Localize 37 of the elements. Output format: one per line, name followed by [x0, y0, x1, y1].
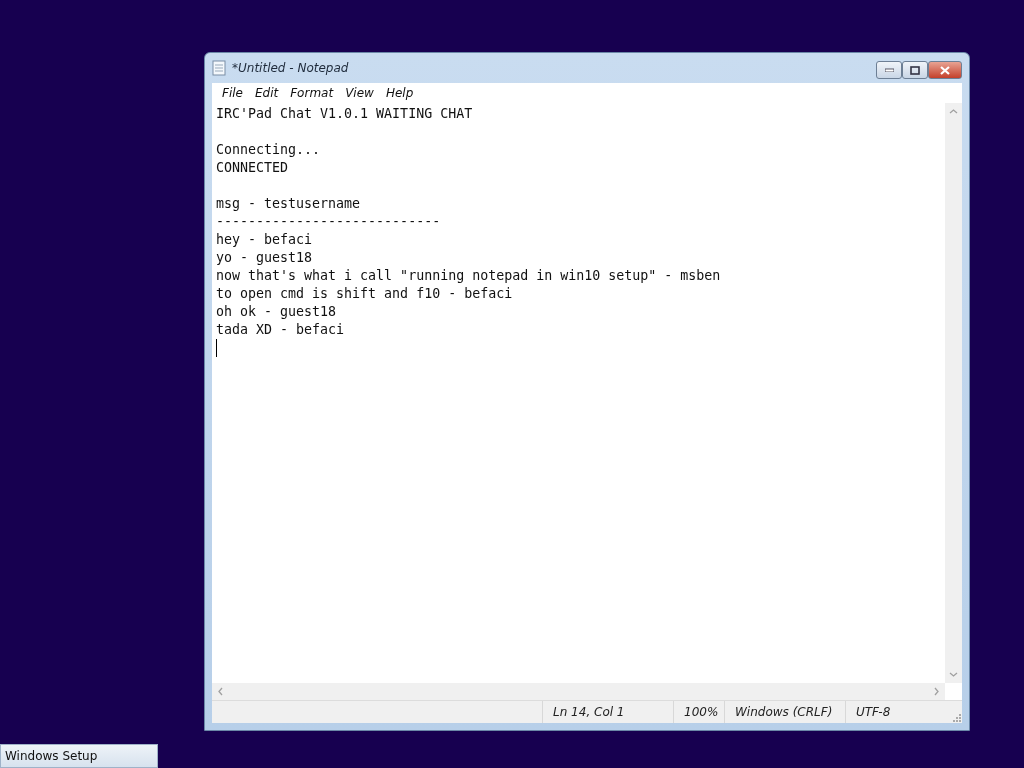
maximize-icon: [910, 65, 920, 75]
scroll-up-icon[interactable]: [949, 107, 958, 116]
text-line: to open cmd is shift and f10 - befaci: [216, 285, 514, 303]
text-line: ----------------------------: [216, 213, 442, 231]
scroll-left-icon[interactable]: [216, 687, 225, 696]
close-button[interactable]: [928, 61, 962, 79]
text-line: oh ok - guest18: [216, 303, 338, 321]
minimize-button[interactable]: [876, 61, 902, 79]
taskbar-button[interactable]: Windows Setup: [0, 744, 158, 768]
text-line: tada XD - befaci: [216, 321, 346, 339]
cursor-position: Ln 14, Col 1: [542, 701, 673, 723]
menu-item[interactable]: Format: [284, 86, 340, 100]
window-title: *Untitled - Notepad: [232, 61, 350, 75]
text-cursor: [216, 339, 217, 357]
scroll-down-icon[interactable]: [949, 670, 958, 679]
menu-item[interactable]: File: [216, 86, 249, 100]
text-line: CONNECTED: [216, 159, 290, 177]
maximize-button[interactable]: [902, 61, 928, 79]
vertical-scrollbar[interactable]: [945, 103, 962, 683]
line-ending: Windows (CRLF): [724, 701, 845, 723]
minimize-icon: [884, 68, 894, 72]
close-icon: [940, 65, 950, 75]
notepad-icon: [212, 60, 226, 76]
text-line: hey - befaci: [216, 231, 314, 249]
text-line: now that's what i call "running notepad in win10 setup" - msben: [216, 267, 722, 285]
text-line: msg - testusername: [216, 195, 362, 213]
scroll-right-icon[interactable]: [932, 687, 941, 696]
text-line: IRC'Pad Chat V1.0.1 WAITING CHAT: [216, 105, 474, 123]
menu-item[interactable]: View: [339, 86, 380, 100]
resize-grip-icon[interactable]: [950, 711, 962, 723]
encoding: UTF-8: [845, 701, 950, 723]
menu-item[interactable]: Help: [379, 86, 420, 100]
text-line: yo - guest18: [216, 249, 314, 267]
text-line: Connecting...: [216, 141, 322, 159]
zoom-level: 100%: [673, 701, 724, 723]
menu-item[interactable]: Edit: [248, 86, 285, 100]
horizontal-scrollbar[interactable]: [212, 683, 945, 700]
